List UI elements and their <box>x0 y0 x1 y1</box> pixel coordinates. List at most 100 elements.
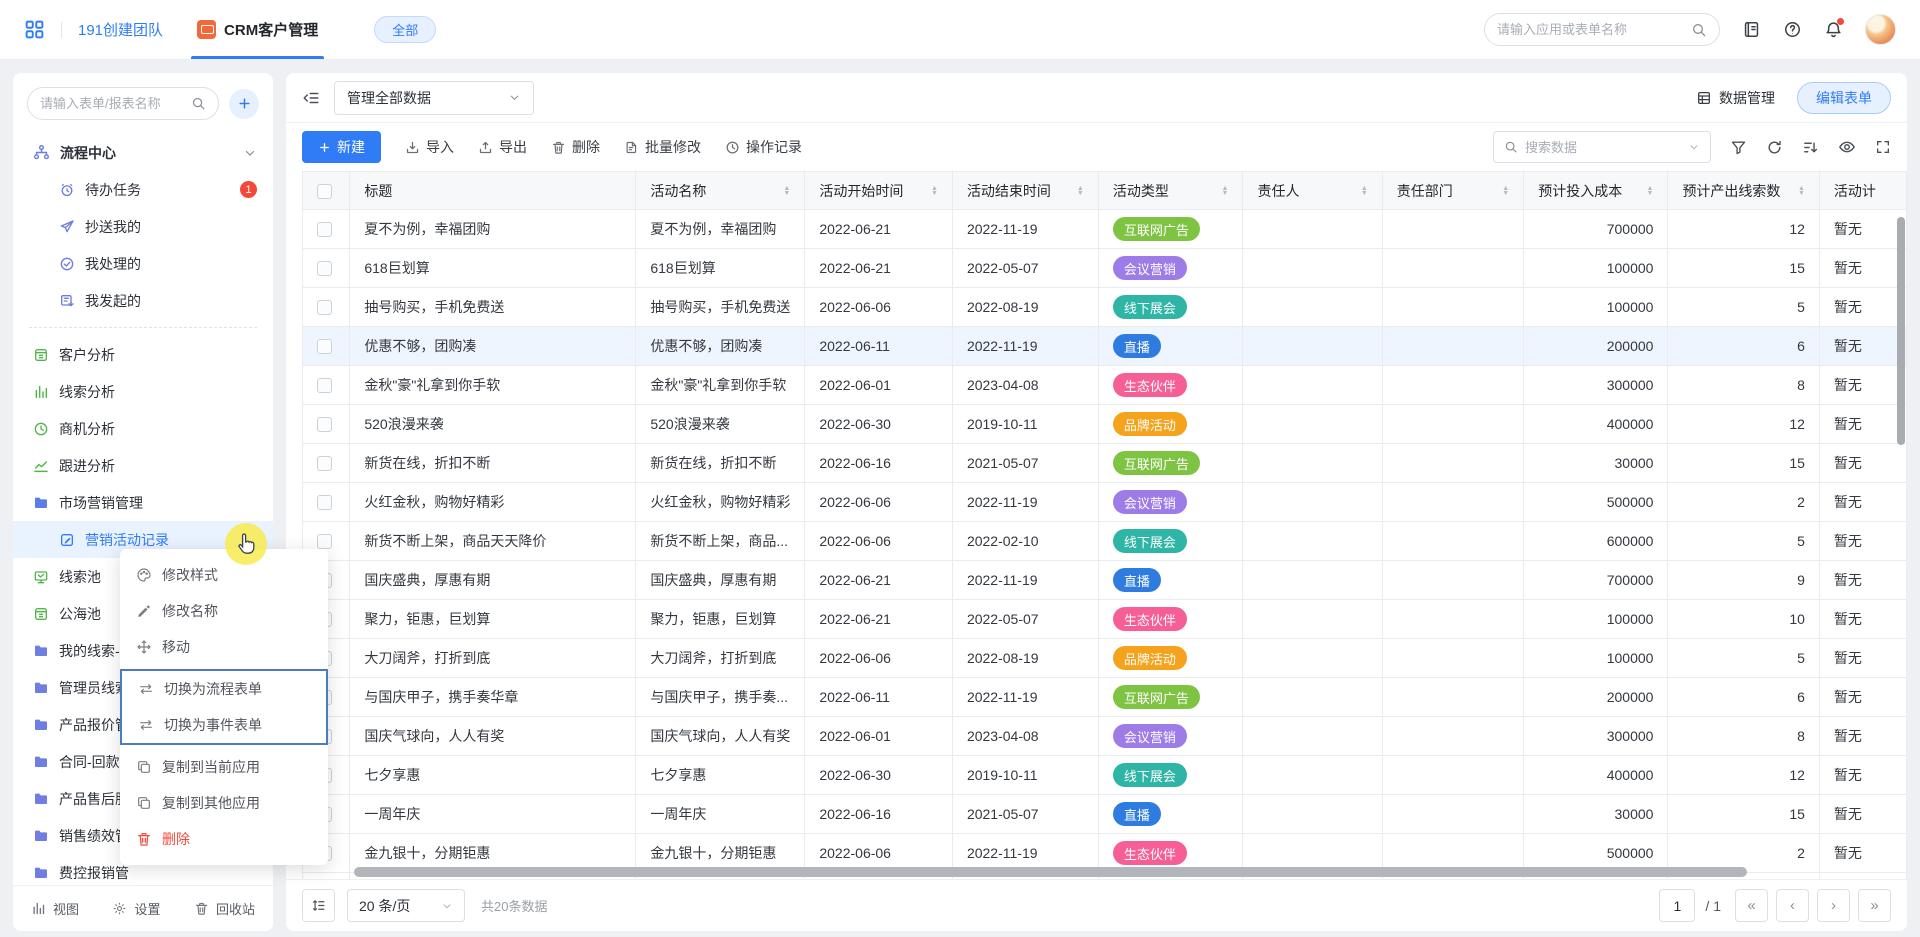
user-avatar[interactable] <box>1865 14 1896 45</box>
table-search-input[interactable] <box>1525 140 1681 155</box>
menu-item-modify-style[interactable]: 修改样式 <box>120 557 328 593</box>
sort-caret[interactable]: ▲▼ <box>1077 186 1084 196</box>
first-page-button[interactable]: « <box>1735 889 1768 922</box>
sidebar-folder-marketing[interactable]: 市场营销管理 <box>13 484 273 521</box>
prev-page-button[interactable]: ‹ <box>1776 889 1809 922</box>
row-checkbox[interactable] <box>317 339 332 354</box>
table-row[interactable]: 抽号购买，手机免费送抽号购买，手机免费送2022-06-062022-08-19… <box>303 288 1907 327</box>
refresh-icon[interactable] <box>1766 139 1783 156</box>
table-row[interactable]: 七夕享惠七夕享惠2022-06-302019-10-11线下展会40000012… <box>303 756 1907 795</box>
sort-icon[interactable] <box>1802 139 1819 156</box>
select-all-checkbox[interactable] <box>317 184 332 199</box>
row-checkbox[interactable] <box>317 378 332 393</box>
recycle-bin-button[interactable]: 回收站 <box>194 899 255 918</box>
column-header-name[interactable]: 活动名称▲▼ <box>636 172 805 210</box>
table-row[interactable]: 新货在线，折扣不断新货在线，折扣不断2022-06-162021-05-07互联… <box>303 444 1907 483</box>
table-search[interactable] <box>1493 131 1711 163</box>
address-book-button[interactable] <box>1742 20 1761 39</box>
page-number-input[interactable] <box>1659 889 1695 922</box>
table-row[interactable]: 大刀阔斧，打折到底大刀阔斧，打折到底2022-06-062022-08-19品牌… <box>303 639 1907 678</box>
add-form-button[interactable] <box>229 89 259 119</box>
column-header-title[interactable]: 标题 <box>350 172 636 210</box>
batch-edit-button[interactable]: 批量修改 <box>624 137 701 157</box>
table-row[interactable]: 火红金秋，购物好精彩火红金秋，购物好精彩2022-06-062022-11-19… <box>303 483 1907 522</box>
import-button[interactable]: 导入 <box>405 137 454 157</box>
sidebar-item-customer-analysis[interactable]: 客户分析 <box>13 336 273 373</box>
global-search[interactable] <box>1484 13 1720 46</box>
sort-caret[interactable]: ▲▼ <box>1647 186 1654 196</box>
sidebar-section-process-center[interactable]: 流程中心 <box>13 134 273 171</box>
column-header-cost[interactable]: 预计投入成本▲▼ <box>1524 172 1668 210</box>
data-view-selector[interactable]: 管理全部数据 <box>334 81 534 115</box>
table-row[interactable]: 618巨划算618巨划算2022-06-212022-05-07会议营销1000… <box>303 249 1907 288</box>
sidebar-item-cc-to-me[interactable]: 抄送我的 <box>13 208 273 245</box>
row-checkbox[interactable] <box>317 222 332 237</box>
sort-caret[interactable]: ▲▼ <box>931 186 938 196</box>
delete-button[interactable]: 删除 <box>551 137 600 157</box>
sort-caret[interactable]: ▲▼ <box>1361 186 1368 196</box>
column-header-owner[interactable]: 责任人▲▼ <box>1243 172 1382 210</box>
menu-item-move[interactable]: 移动 <box>120 629 328 665</box>
form-search[interactable] <box>27 87 219 120</box>
fullscreen-icon[interactable] <box>1875 139 1891 155</box>
column-header-end[interactable]: 活动结束时间▲▼ <box>952 172 1098 210</box>
row-checkbox[interactable] <box>317 534 332 549</box>
tab-crm-app[interactable]: CRM客户管理 <box>197 0 318 59</box>
export-button[interactable]: 导出 <box>478 137 527 157</box>
row-checkbox[interactable] <box>317 300 332 315</box>
menu-item-switch-to-event-form[interactable]: 切换为事件表单 <box>122 707 326 743</box>
table-row[interactable]: 与国庆甲子，携手奏华章与国庆甲子，携手奏...2022-06-112022-11… <box>303 678 1907 717</box>
data-manage-button[interactable]: 数据管理 <box>1696 88 1775 108</box>
edit-form-button[interactable]: 编辑表单 <box>1797 82 1891 114</box>
views-button[interactable]: 视图 <box>31 899 79 918</box>
row-checkbox[interactable] <box>317 495 332 510</box>
collapse-sidebar-icon[interactable] <box>302 89 320 107</box>
vertical-scrollbar[interactable] <box>1897 217 1905 445</box>
row-height-button[interactable] <box>302 889 335 922</box>
table-row[interactable]: 520浪漫来袭520浪漫来袭2022-06-302019-10-11品牌活动40… <box>303 405 1907 444</box>
help-button[interactable] <box>1783 20 1802 39</box>
form-search-input[interactable] <box>40 96 185 111</box>
column-header-dept[interactable]: 责任部门▲▼ <box>1382 172 1523 210</box>
row-checkbox[interactable] <box>317 261 332 276</box>
column-header-type[interactable]: 活动类型▲▼ <box>1098 172 1243 210</box>
sidebar-item-followup-analysis[interactable]: 跟进分析 <box>13 447 273 484</box>
menu-item-switch-to-flow-form[interactable]: 切换为流程表单 <box>122 671 326 707</box>
table-row[interactable]: 国庆气球向，人人有奖国庆气球向，人人有奖2022-06-012023-04-08… <box>303 717 1907 756</box>
column-header-start[interactable]: 活动开始时间▲▼ <box>805 172 953 210</box>
horizontal-scrollbar[interactable] <box>354 867 1747 877</box>
filter-funnel-icon[interactable] <box>1730 139 1747 156</box>
page-size-selector[interactable]: 20 条/页 <box>347 889 465 922</box>
operation-log-button[interactable]: 操作记录 <box>725 137 802 157</box>
notifications-button[interactable] <box>1824 20 1843 39</box>
menu-item-copy-to-current-app[interactable]: 复制到当前应用 <box>120 749 328 785</box>
row-checkbox[interactable] <box>317 417 332 432</box>
table-row[interactable]: 优惠不够，团购凑优惠不够，团购凑2022-06-112022-11-19直播20… <box>303 327 1907 366</box>
table-row[interactable]: 国庆盛典，厚惠有期国庆盛典，厚惠有期2022-06-212022-11-19直播… <box>303 561 1907 600</box>
next-page-button[interactable]: › <box>1817 889 1850 922</box>
menu-item-delete[interactable]: 删除 <box>120 821 328 857</box>
settings-button[interactable]: 设置 <box>112 899 160 918</box>
row-checkbox[interactable] <box>317 456 332 471</box>
sort-caret[interactable]: ▲▼ <box>1502 186 1509 196</box>
team-name[interactable]: 191创建团队 <box>78 19 163 40</box>
sort-caret[interactable]: ▲▼ <box>783 186 790 196</box>
sidebar-item-todo-tasks[interactable]: 待办任务 1 <box>13 171 273 208</box>
sidebar-item-started-by-me[interactable]: 我发起的 <box>13 282 273 319</box>
sort-caret[interactable]: ▲▼ <box>1798 186 1805 196</box>
chevron-down-icon[interactable] <box>243 146 257 160</box>
column-header-leads[interactable]: 预计产出线索数▲▼ <box>1668 172 1819 210</box>
new-record-button[interactable]: 新建 <box>302 131 381 163</box>
sort-caret[interactable]: ▲▼ <box>1222 186 1229 196</box>
scope-badge[interactable]: 全部 <box>374 16 436 43</box>
global-search-input[interactable] <box>1497 22 1683 37</box>
sidebar-item-leads-analysis[interactable]: 线索分析 <box>13 373 273 410</box>
sidebar-item-opportunity-analysis[interactable]: 商机分析 <box>13 410 273 447</box>
menu-item-copy-to-other-app[interactable]: 复制到其他应用 <box>120 785 328 821</box>
table-row[interactable]: 金秋"豪"礼拿到你手软金秋"豪"礼拿到你手软2022-06-012023-04-… <box>303 366 1907 405</box>
column-header-plan[interactable]: 活动计 <box>1819 172 1906 210</box>
last-page-button[interactable]: » <box>1858 889 1891 922</box>
table-row[interactable]: 聚力，钜惠，巨划算聚力，钜惠，巨划算2022-06-212022-05-07生态… <box>303 600 1907 639</box>
table-row[interactable]: 新货不断上架，商品天天降价新货不断上架，商品...2022-06-062022-… <box>303 522 1907 561</box>
sidebar-item-handled-by-me[interactable]: 我处理的 <box>13 245 273 282</box>
